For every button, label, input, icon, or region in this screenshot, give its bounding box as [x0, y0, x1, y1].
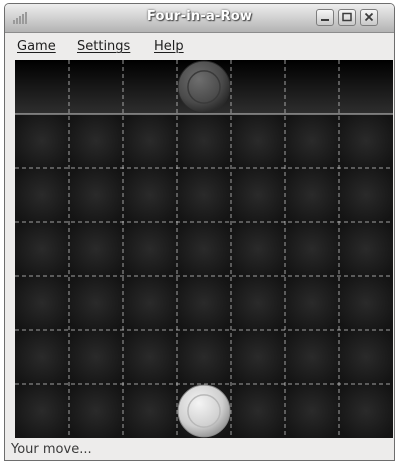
board-cell[interactable] [339, 168, 393, 222]
window-title: Four-in-a-Row [146, 9, 253, 24]
board-cell[interactable] [123, 384, 177, 438]
board-cell[interactable] [285, 222, 339, 276]
menu-help[interactable]: Help [154, 39, 184, 54]
board-cell[interactable] [231, 330, 285, 384]
game-board[interactable] [15, 60, 393, 438]
board-cell[interactable] [177, 114, 231, 168]
board-cell[interactable] [339, 222, 393, 276]
light-piece [177, 384, 231, 438]
status-bar: Your move... [5, 438, 394, 460]
board-cell[interactable] [69, 276, 123, 330]
minimize-button[interactable] [316, 9, 334, 26]
dark-piece [177, 60, 231, 114]
menu-settings[interactable]: Settings [77, 39, 130, 54]
board-cell[interactable] [231, 384, 285, 438]
board-cell[interactable] [15, 330, 69, 384]
board-cell[interactable] [285, 330, 339, 384]
drop-row-cell[interactable] [285, 60, 339, 114]
board-cell[interactable] [285, 114, 339, 168]
board-cell[interactable] [339, 330, 393, 384]
maximize-icon [342, 12, 352, 22]
board-cell[interactable] [69, 330, 123, 384]
drop-row-cell[interactable] [123, 60, 177, 114]
close-icon [364, 12, 374, 22]
drop-row-cell[interactable] [15, 60, 69, 114]
title-bar[interactable]: Four-in-a-Row [5, 4, 394, 33]
board-cell[interactable] [123, 222, 177, 276]
board-cell[interactable] [177, 276, 231, 330]
board-cell[interactable] [231, 276, 285, 330]
menu-game[interactable]: Game [17, 39, 56, 54]
board-cell[interactable] [15, 114, 69, 168]
status-text: Your move... [11, 442, 92, 457]
board-cell[interactable] [177, 330, 231, 384]
menu-bar: Game Settings Help [5, 33, 394, 60]
board-cell[interactable] [177, 168, 231, 222]
board-cell[interactable] [69, 222, 123, 276]
minimize-icon [321, 19, 329, 21]
board-cell[interactable] [69, 168, 123, 222]
board-cell[interactable] [15, 168, 69, 222]
board-cell[interactable] [339, 384, 393, 438]
board-cell[interactable] [285, 384, 339, 438]
board-cell[interactable] [15, 222, 69, 276]
board-cell[interactable] [123, 114, 177, 168]
board-cell[interactable] [69, 384, 123, 438]
board-cell[interactable] [339, 276, 393, 330]
board-cell[interactable] [231, 222, 285, 276]
board-cell[interactable] [69, 114, 123, 168]
board-cell[interactable] [339, 114, 393, 168]
board-cell[interactable] [177, 222, 231, 276]
app-window: Four-in-a-Row Game Settings Help Your mo… [4, 3, 395, 461]
drop-row-cell[interactable] [69, 60, 123, 114]
board-cell[interactable] [123, 276, 177, 330]
board-cell[interactable] [231, 168, 285, 222]
close-button[interactable] [360, 9, 378, 26]
board-cell[interactable] [285, 276, 339, 330]
board-cell[interactable] [285, 168, 339, 222]
drop-row-cell[interactable] [339, 60, 393, 114]
drop-row-cell[interactable] [231, 60, 285, 114]
board-cell[interactable] [231, 114, 285, 168]
maximize-button[interactable] [338, 9, 356, 26]
board-canvas[interactable] [15, 60, 393, 438]
board-cell[interactable] [123, 168, 177, 222]
board-cell[interactable] [15, 384, 69, 438]
board-cell[interactable] [15, 276, 69, 330]
board-cell[interactable] [123, 330, 177, 384]
